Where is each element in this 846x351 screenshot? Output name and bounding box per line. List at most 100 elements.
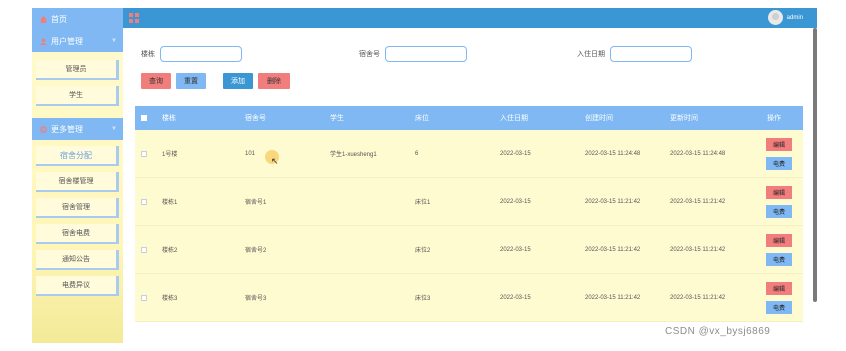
sidebar: 首页 用户管理 ▼ 管理员 学生 更多管理 ▼ 宿舍分配 宿舍楼管理 宿舍管理 … — [32, 8, 123, 343]
room-label: 宿舍号 — [359, 51, 380, 58]
data-table: 楼栋 宿舍号 学生 床位 入住日期 创建时间 更新时间 操作 1号楼 101 学… — [135, 106, 803, 343]
row-checkbox[interactable] — [141, 246, 147, 253]
delete-button[interactable]: 删除 — [258, 73, 290, 89]
submenu-user-management: 管理员 学生 — [32, 52, 123, 118]
table-row: 1号楼 101 学生1-xuesheng1 6 2022-03-15 2022-… — [135, 130, 803, 178]
building-field: 楼栋 — [141, 46, 242, 62]
table-cell: 楼栋3 — [162, 296, 178, 302]
table-cell: 宿舍号1 — [245, 200, 267, 206]
electricity-fee-button[interactable]: 电费 — [766, 204, 792, 218]
column-header: 宿舍号 — [245, 115, 266, 122]
electricity-fee-button[interactable]: 电费 — [766, 300, 792, 314]
table-cell: 2022-03-15 — [500, 246, 531, 253]
row-actions: 编辑 电费 — [755, 185, 803, 218]
row-select-cell — [135, 246, 160, 253]
table-cell: 楼栋2 — [162, 248, 178, 254]
row-checkbox[interactable] — [141, 150, 147, 157]
table-cell: 2022-03-15 11:21:42 — [585, 198, 641, 205]
edit-button[interactable]: 编辑 — [766, 185, 792, 199]
menu-grid-icon[interactable] — [129, 13, 139, 23]
table-cell: 床位2 — [415, 248, 431, 254]
user-menu[interactable]: admin — [767, 10, 803, 25]
query-button[interactable]: 查询 — [141, 73, 171, 89]
reset-button[interactable]: 重置 — [176, 73, 206, 89]
row-actions: 编辑 电费 — [755, 233, 803, 266]
column-header: 创建时间 — [585, 115, 613, 122]
table-cell: 2022-03-15 11:21:42 — [585, 294, 641, 301]
edit-button[interactable]: 编辑 — [766, 281, 792, 295]
sidebar-item-home[interactable]: 首页 — [32, 8, 123, 30]
column-header: 更新时间 — [670, 115, 698, 122]
sidebar-item-label: 首页 — [51, 14, 67, 24]
select-all-checkbox[interactable] — [141, 115, 147, 121]
edit-button[interactable]: 编辑 — [766, 233, 792, 247]
sidebar-item-notice[interactable]: 通知公告 — [36, 250, 119, 270]
home-icon — [40, 15, 47, 23]
electricity-fee-button[interactable]: 电费 — [766, 252, 792, 266]
sidebar-item-dorm-management[interactable]: 宿舍管理 — [36, 198, 119, 218]
avatar — [767, 10, 783, 25]
chevron-down-icon: ▼ — [111, 38, 117, 44]
date-field: 入住日期 — [577, 46, 692, 62]
date-label: 入住日期 — [577, 51, 605, 58]
electricity-fee-button[interactable]: 电费 — [766, 156, 792, 170]
date-input[interactable] — [610, 46, 692, 62]
sidebar-item-electricity-objection[interactable]: 电费异议 — [36, 276, 119, 296]
mouse-cursor-icon: ↖ — [271, 156, 279, 166]
table-cell: 2022-03-15 — [500, 150, 531, 157]
table-row: 楼栋1 宿舍号1 床位1 2022-03-15 2022-03-15 11:21… — [135, 178, 803, 226]
row-checkbox[interactable] — [141, 294, 147, 301]
sidebar-menu-label: 更多管理 — [51, 124, 83, 134]
table-cell: 1号楼 — [162, 152, 178, 158]
sidebar-item-dorm-electricity[interactable]: 宿舍电费 — [36, 224, 119, 244]
main-content: 楼栋 宿舍号 入住日期 查询 重置 添加 删除 楼栋 宿舍号 学生 床位 入住日… — [123, 28, 813, 343]
table-cell: 2022-03-15 11:24:48 — [670, 150, 726, 157]
table-cell: 宿舍号3 — [245, 296, 267, 302]
watermark: CSDN @vx_bysj6869 — [665, 326, 771, 337]
vertical-scrollbar[interactable] — [813, 28, 817, 302]
column-header: 入住日期 — [500, 115, 528, 122]
sidebar-item-dorm-assignment[interactable]: 宿舍分配 — [36, 146, 119, 166]
column-header: 学生 — [330, 115, 344, 122]
table-cell: 2022-03-15 11:21:42 — [585, 246, 641, 253]
app-window: { "sidebar": { "home_label": "首页", "menu… — [0, 0, 846, 351]
row-checkbox[interactable] — [141, 198, 147, 205]
table-cell: 学生1-xuesheng1 — [330, 152, 377, 158]
column-header: 床位 — [415, 115, 429, 122]
table-cell: 床位1 — [415, 200, 431, 206]
table-row: 楼栋3 宿舍号3 床位3 2022-03-15 2022-03-15 11:21… — [135, 274, 803, 322]
column-header: 操作 — [767, 115, 781, 122]
table-cell: 2022-03-15 — [500, 198, 531, 205]
table-cell: 2022-03-15 11:24:48 — [585, 150, 641, 157]
sidebar-menu-more-management[interactable]: 更多管理 ▼ — [32, 118, 123, 140]
row-actions: 编辑 电费 — [755, 137, 803, 170]
building-label: 楼栋 — [141, 51, 155, 58]
row-actions: 编辑 电费 — [755, 281, 803, 314]
table-cell: 宿舍号2 — [245, 248, 267, 254]
submenu-more-management: 宿舍分配 宿舍楼管理 宿舍管理 宿舍电费 通知公告 电费异议 — [32, 140, 123, 308]
gear-icon — [40, 125, 47, 133]
table-cell: 6 — [415, 150, 419, 157]
search-form: 楼栋 宿舍号 入住日期 — [123, 46, 813, 66]
building-input[interactable] — [160, 46, 242, 62]
table-row: 楼栋2 宿舍号2 床位2 2022-03-15 2022-03-15 11:21… — [135, 226, 803, 274]
table-cell: 2022-03-15 11:21:42 — [670, 246, 726, 253]
table-header: 楼栋 宿舍号 学生 床位 入住日期 创建时间 更新时间 操作 — [135, 106, 803, 130]
top-bar: admin — [123, 8, 817, 28]
table-cell: 2022-03-15 — [500, 294, 531, 301]
table-cell: 2022-03-15 11:21:42 — [670, 198, 726, 205]
chevron-down-icon: ▼ — [111, 126, 117, 132]
edit-button[interactable]: 编辑 — [766, 137, 792, 151]
sidebar-item-student[interactable]: 学生 — [36, 86, 119, 106]
sidebar-item-building-management[interactable]: 宿舍楼管理 — [36, 172, 119, 192]
user-icon — [40, 37, 47, 45]
table-cell: 101 — [245, 150, 256, 157]
room-input[interactable] — [385, 46, 467, 62]
row-select-cell — [135, 294, 160, 301]
sidebar-menu-label: 用户管理 — [51, 36, 83, 46]
table-cell: 楼栋1 — [162, 200, 178, 206]
sidebar-item-admin[interactable]: 管理员 — [36, 60, 119, 80]
row-select-cell — [135, 150, 160, 157]
sidebar-menu-user-management[interactable]: 用户管理 ▼ — [32, 30, 123, 52]
add-button[interactable]: 添加 — [223, 73, 253, 89]
